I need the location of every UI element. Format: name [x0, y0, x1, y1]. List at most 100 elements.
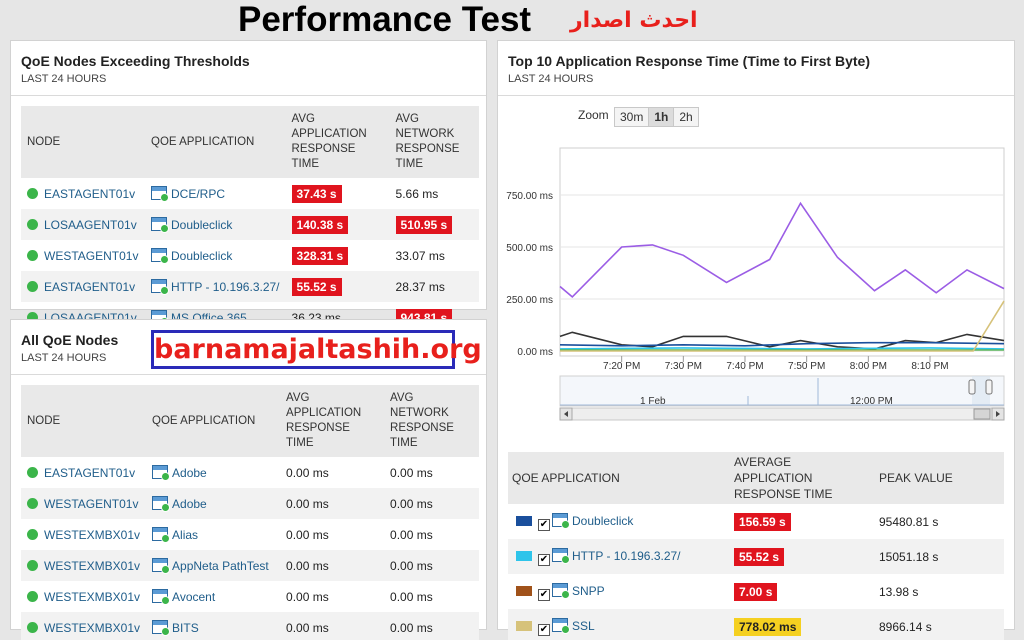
column-header[interactable]: AVG NETWORK RESPONSE TIME [389, 106, 479, 178]
app-link[interactable]: SSL [572, 619, 595, 633]
value-cell: 0.00 ms [280, 457, 384, 488]
table-row: WESTEXMBX01v Alias 0.00 ms 0.00 ms [21, 519, 479, 550]
zoom-2h-button[interactable]: 2h [674, 108, 698, 126]
column-header[interactable]: AVERAGE APPLICATION RESPONSE TIME [730, 452, 875, 504]
value-cell: 28.37 ms [389, 271, 479, 302]
value-text: 28.37 ms [395, 279, 445, 294]
app-link[interactable]: DCE/RPC [171, 187, 225, 201]
app-cell: Alias [146, 519, 280, 550]
app-cell: Adobe [146, 488, 281, 519]
watermark: barnamajaltashih.org [151, 330, 482, 369]
table-row: WESTEXMBX01v Avocent 0.00 ms 0.00 ms [21, 581, 479, 612]
thresholds-panel: QoE Nodes Exceeding Thresholds LAST 24 H… [10, 40, 487, 327]
value-cell: 0.00 ms [384, 581, 479, 612]
node-link[interactable]: WESTEXMBX01v [44, 528, 140, 542]
table-header-row: QOE APPLICATION AVERAGE APPLICATION RESP… [508, 452, 1004, 504]
alert-badge: 510.95 s [395, 215, 453, 234]
value-text: 0.00 ms [286, 496, 329, 511]
application-icon [151, 186, 169, 202]
series-visible-checkbox[interactable]: ✔ [538, 553, 550, 566]
value-cell: 140.38 s [285, 209, 390, 240]
value-cell: 0.00 ms [280, 519, 384, 550]
value-cell: 0.00 ms [384, 457, 479, 488]
zoom-1h-button[interactable]: 1h [649, 108, 675, 126]
node-cell: EASTAGENT01v [21, 457, 146, 488]
column-header[interactable]: QOE APPLICATION [508, 452, 730, 504]
legend-row: ✔ SSL 778.02 ms 8966.14 s [508, 609, 1004, 640]
column-header[interactable]: PEAK VALUE [875, 452, 1004, 504]
status-up-icon [27, 249, 38, 261]
value-cell: 778.02 ms [730, 609, 875, 640]
column-header[interactable]: AVG APPLICATION RESPONSE TIME [280, 385, 385, 457]
column-header[interactable]: QOE APPLICATION [146, 385, 281, 457]
column-header[interactable]: NODE [21, 106, 145, 178]
value-cell: 0.00 ms [280, 581, 384, 612]
app-link[interactable]: Adobe [172, 497, 207, 511]
node-link[interactable]: WESTEXMBX01v [44, 621, 140, 635]
app-cell: HTTP - 10.196.3.27/ [145, 271, 286, 302]
status-up-icon [27, 280, 38, 292]
app-link[interactable]: SNPP [572, 584, 605, 598]
node-cell: LOSAAGENT01v [21, 209, 145, 240]
table-row: WESTAGENT01v Adobe 0.00 ms 0.00 ms [21, 488, 479, 519]
peak-value: 95480.81 s [879, 514, 939, 529]
app-link[interactable]: Adobe [172, 466, 207, 480]
node-cell: WESTEXMBX01v [21, 612, 147, 640]
app-link[interactable]: AppNeta PathTest [172, 559, 269, 573]
app-link[interactable]: Alias [172, 528, 198, 542]
status-up-icon [27, 218, 38, 230]
application-icon [151, 248, 169, 264]
node-link[interactable]: WESTAGENT01v [44, 497, 138, 511]
column-header[interactable]: NODE [21, 385, 147, 457]
value-cell: 328.31 s [286, 240, 390, 271]
application-icon [151, 217, 169, 233]
app-link[interactable]: Doubleclick [171, 218, 232, 232]
app-link[interactable]: HTTP - 10.196.3.27/ [171, 280, 280, 294]
all-nodes-table: NODE QOE APPLICATION AVG APPLICATION RES… [21, 385, 479, 640]
peak-value: 8966.14 s [875, 609, 1004, 640]
column-header[interactable]: AVG APPLICATION RESPONSE TIME [285, 106, 390, 178]
app-cell: BITS [146, 612, 281, 640]
app-cell: Doubleclick [145, 209, 286, 240]
value-text: 0.00 ms [286, 465, 329, 480]
status-up-icon [27, 466, 38, 478]
app-link[interactable]: HTTP - 10.196.3.27/ [572, 549, 681, 563]
series-visible-checkbox[interactable]: ✔ [538, 623, 550, 636]
alert-badge: 778.02 ms [734, 617, 802, 636]
app-link[interactable]: Doubleclick [171, 249, 232, 263]
value-text: 5.66 ms [395, 186, 439, 201]
status-up-icon [27, 528, 38, 540]
top10-legend-table: QOE APPLICATION AVERAGE APPLICATION RESP… [508, 452, 1004, 640]
node-link[interactable]: LOSAAGENT01v [44, 218, 137, 232]
legend-row: ✔ Doubleclick 156.59 s 95480.81 s [508, 504, 1004, 539]
node-link[interactable]: WESTEXMBX01v [44, 590, 140, 604]
column-header[interactable]: QOE APPLICATION [145, 106, 286, 178]
application-icon [552, 547, 570, 564]
zoom-30m-button[interactable]: 30m [615, 108, 650, 126]
app-link[interactable]: Avocent [172, 590, 215, 604]
app-link[interactable]: Doubleclick [572, 514, 633, 528]
peak-value: 15051.18 s [875, 539, 1004, 574]
panel-title: Top 10 Application Response Time (Time t… [508, 53, 870, 69]
series-color-swatch [516, 585, 532, 596]
node-link[interactable]: EASTAGENT01v [44, 466, 135, 480]
panel-subtitle: LAST 24 HOURS [508, 73, 594, 85]
application-icon [152, 465, 171, 481]
node-link[interactable]: EASTAGENT01v [44, 187, 135, 201]
value-cell: 0.00 ms [280, 488, 385, 519]
value-cell: 0.00 ms [384, 550, 479, 581]
node-link[interactable]: EASTAGENT01v [44, 280, 135, 294]
node-link[interactable]: WESTAGENT01v [44, 249, 138, 263]
column-header[interactable]: AVG NETWORK RESPONSE TIME [384, 385, 479, 457]
alert-badge: 328.31 s [291, 246, 349, 265]
node-cell: WESTEXMBX01v [21, 581, 146, 612]
series-visible-checkbox[interactable]: ✔ [538, 518, 550, 531]
app-link[interactable]: BITS [172, 621, 199, 635]
series-visible-checkbox[interactable]: ✔ [538, 588, 550, 601]
value-cell: 7.00 s [730, 574, 875, 609]
app-cell: Doubleclick [145, 240, 286, 271]
node-link[interactable]: WESTEXMBX01v [44, 559, 140, 573]
zoom-label: Zoom [578, 108, 609, 122]
node-cell: WESTAGENT01v [21, 240, 145, 271]
banner: Performance Test احدث اصدار [0, 0, 1024, 40]
